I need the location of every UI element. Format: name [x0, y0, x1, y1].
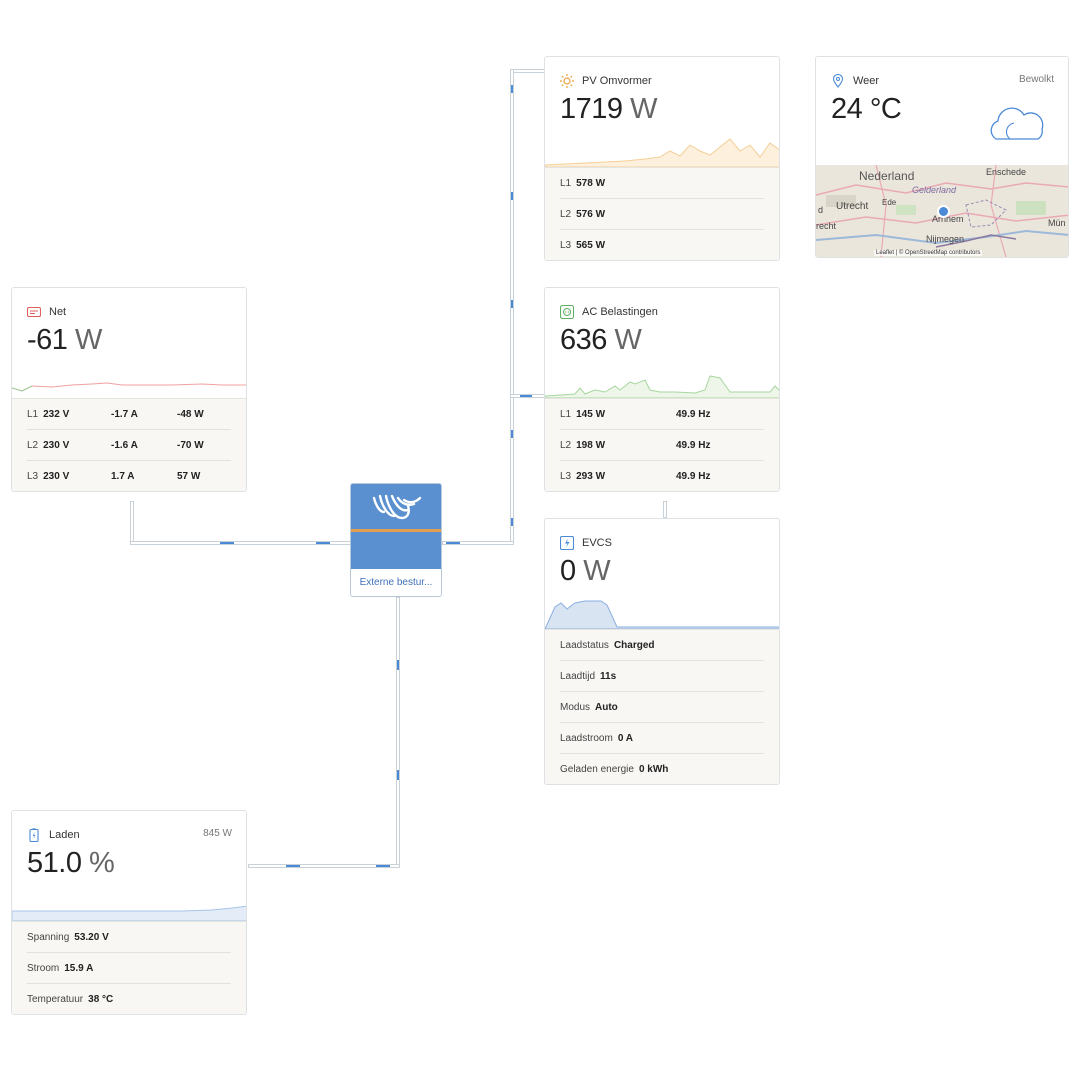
card-title: Laden: [49, 829, 80, 841]
card-title: Weer: [853, 75, 880, 87]
ac-sparkline: [545, 375, 779, 398]
evcs-card[interactable]: EVCS 0 W Laadstatus Charged Laadtijd 11s M…: [544, 518, 780, 785]
cloud-icon: [990, 107, 1044, 140]
phase-row: L3 230 V 1.7 A 57 W: [27, 470, 201, 482]
connector-grid-down: [130, 501, 134, 545]
flow-dash: [397, 660, 399, 670]
map-label-city: recht: [816, 221, 837, 231]
victron-logo-icon: [372, 494, 422, 520]
map-label-region: Gelderland: [912, 185, 957, 195]
card-title: EVCS: [582, 537, 612, 549]
outlet-icon: [560, 305, 574, 319]
evcs-sparkline: [545, 600, 779, 629]
weather-temperature: 24 °C: [831, 93, 902, 125]
flow-dash: [511, 300, 513, 308]
phase-row: L2 198 W 49.9 Hz: [560, 430, 764, 461]
map-label-city: Utrecht: [836, 201, 869, 212]
map-attribution[interactable]: Leaflet | © OpenStreetMap contributors: [874, 250, 983, 256]
phase-row: L1 232 V -1.7 A -48 W: [27, 399, 231, 430]
map-label-city: Ede: [882, 198, 897, 207]
flow-dash: [446, 542, 460, 544]
weather-card[interactable]: Weer Bewolkt 24 °C Nederland Gelderland …: [815, 56, 1069, 258]
card-title: AC Belastingen: [582, 306, 658, 318]
pv-sparkline: [545, 138, 779, 167]
battery-power: 845 W: [203, 828, 232, 839]
flow-dash: [220, 542, 234, 544]
connector-evcs: [663, 501, 667, 518]
inverter-node[interactable]: Externe bestur...: [350, 483, 442, 597]
flow-dash: [511, 85, 513, 93]
battery-row: Spanning 53.20 V: [27, 922, 231, 953]
connector-battery-up: [396, 597, 400, 868]
evcs-row: Laadstroom 0 A: [560, 723, 764, 754]
sun-icon: [560, 74, 574, 88]
inverter-label: Externe bestur...: [359, 577, 433, 588]
phase-row: L3 293 W 49.9 Hz: [560, 470, 711, 482]
location-marker: [937, 205, 950, 218]
location-pin-icon: [832, 74, 844, 88]
battery-row: Temperatuur 38 °C: [27, 993, 114, 1005]
weather-map[interactable]: Nederland Gelderland Enschede Utrecht Ed…: [816, 164, 1068, 257]
ev-charger-icon: [560, 536, 574, 550]
connector-pv: [510, 69, 545, 73]
phase-row: L1 578 W: [560, 168, 764, 199]
flow-dash: [286, 865, 300, 867]
phase-row: L3 565 W: [560, 239, 606, 251]
battery-sparkline: [12, 905, 246, 921]
evcs-row: Geladen energie 0 kWh: [560, 763, 669, 775]
battery-icon: [29, 828, 39, 842]
battery-soc-value: 51.0 %: [27, 847, 115, 879]
weather-condition: Bewolkt: [1018, 74, 1054, 85]
evcs-row: Modus Auto: [560, 692, 764, 723]
battery-row: Stroom 15.9 A: [27, 953, 231, 984]
evcs-power-value: 0 W: [560, 555, 611, 587]
grid-card[interactable]: Net -61 W L1 232 V -1.7 A -48 W L2 230 V -1.6…: [11, 287, 247, 492]
flow-dash: [520, 395, 532, 397]
ac-loads-card[interactable]: AC Belastingen 636 W L1 145 W 49.9 Hz L2 19…: [544, 287, 780, 492]
grid-meter-icon: [27, 306, 41, 318]
battery-card[interactable]: Laden 845 W 51.0 % Spanning 53.20 V Stroo…: [11, 810, 247, 1015]
flow-dash: [511, 518, 513, 526]
evcs-row: Laadtijd 11s: [560, 661, 764, 692]
flow-dash: [316, 542, 330, 544]
map-label-city: d: [818, 205, 824, 215]
flow-dash: [511, 430, 513, 438]
flow-dash: [397, 770, 399, 780]
grid-power-value: -61 W: [27, 324, 102, 356]
flow-dash: [511, 192, 513, 200]
pv-inverter-card[interactable]: PV Omvormer 1719 W L1 578 W L2 576 W L3 565…: [544, 56, 780, 261]
phase-row: L1 145 W 49.9 Hz: [560, 399, 764, 430]
card-title: Net: [49, 306, 67, 318]
map-label-country: Nederland: [859, 169, 915, 183]
pv-power-value: 1719 W: [560, 93, 657, 125]
phase-row: L2 576 W: [560, 199, 764, 230]
phase-row: L2 230 V -1.6 A -70 W: [27, 430, 231, 461]
evcs-row: Laadstatus Charged: [560, 630, 764, 661]
grid-sparkline: [12, 382, 246, 392]
map-label-city: Mün: [1048, 218, 1066, 228]
ac-power-value: 636 W: [560, 324, 642, 356]
flow-dash: [376, 865, 390, 867]
map-label-city: Enschede: [986, 167, 1027, 177]
map-label-city: Nijmegen: [926, 234, 965, 244]
card-title: PV Omvormer: [582, 75, 652, 87]
